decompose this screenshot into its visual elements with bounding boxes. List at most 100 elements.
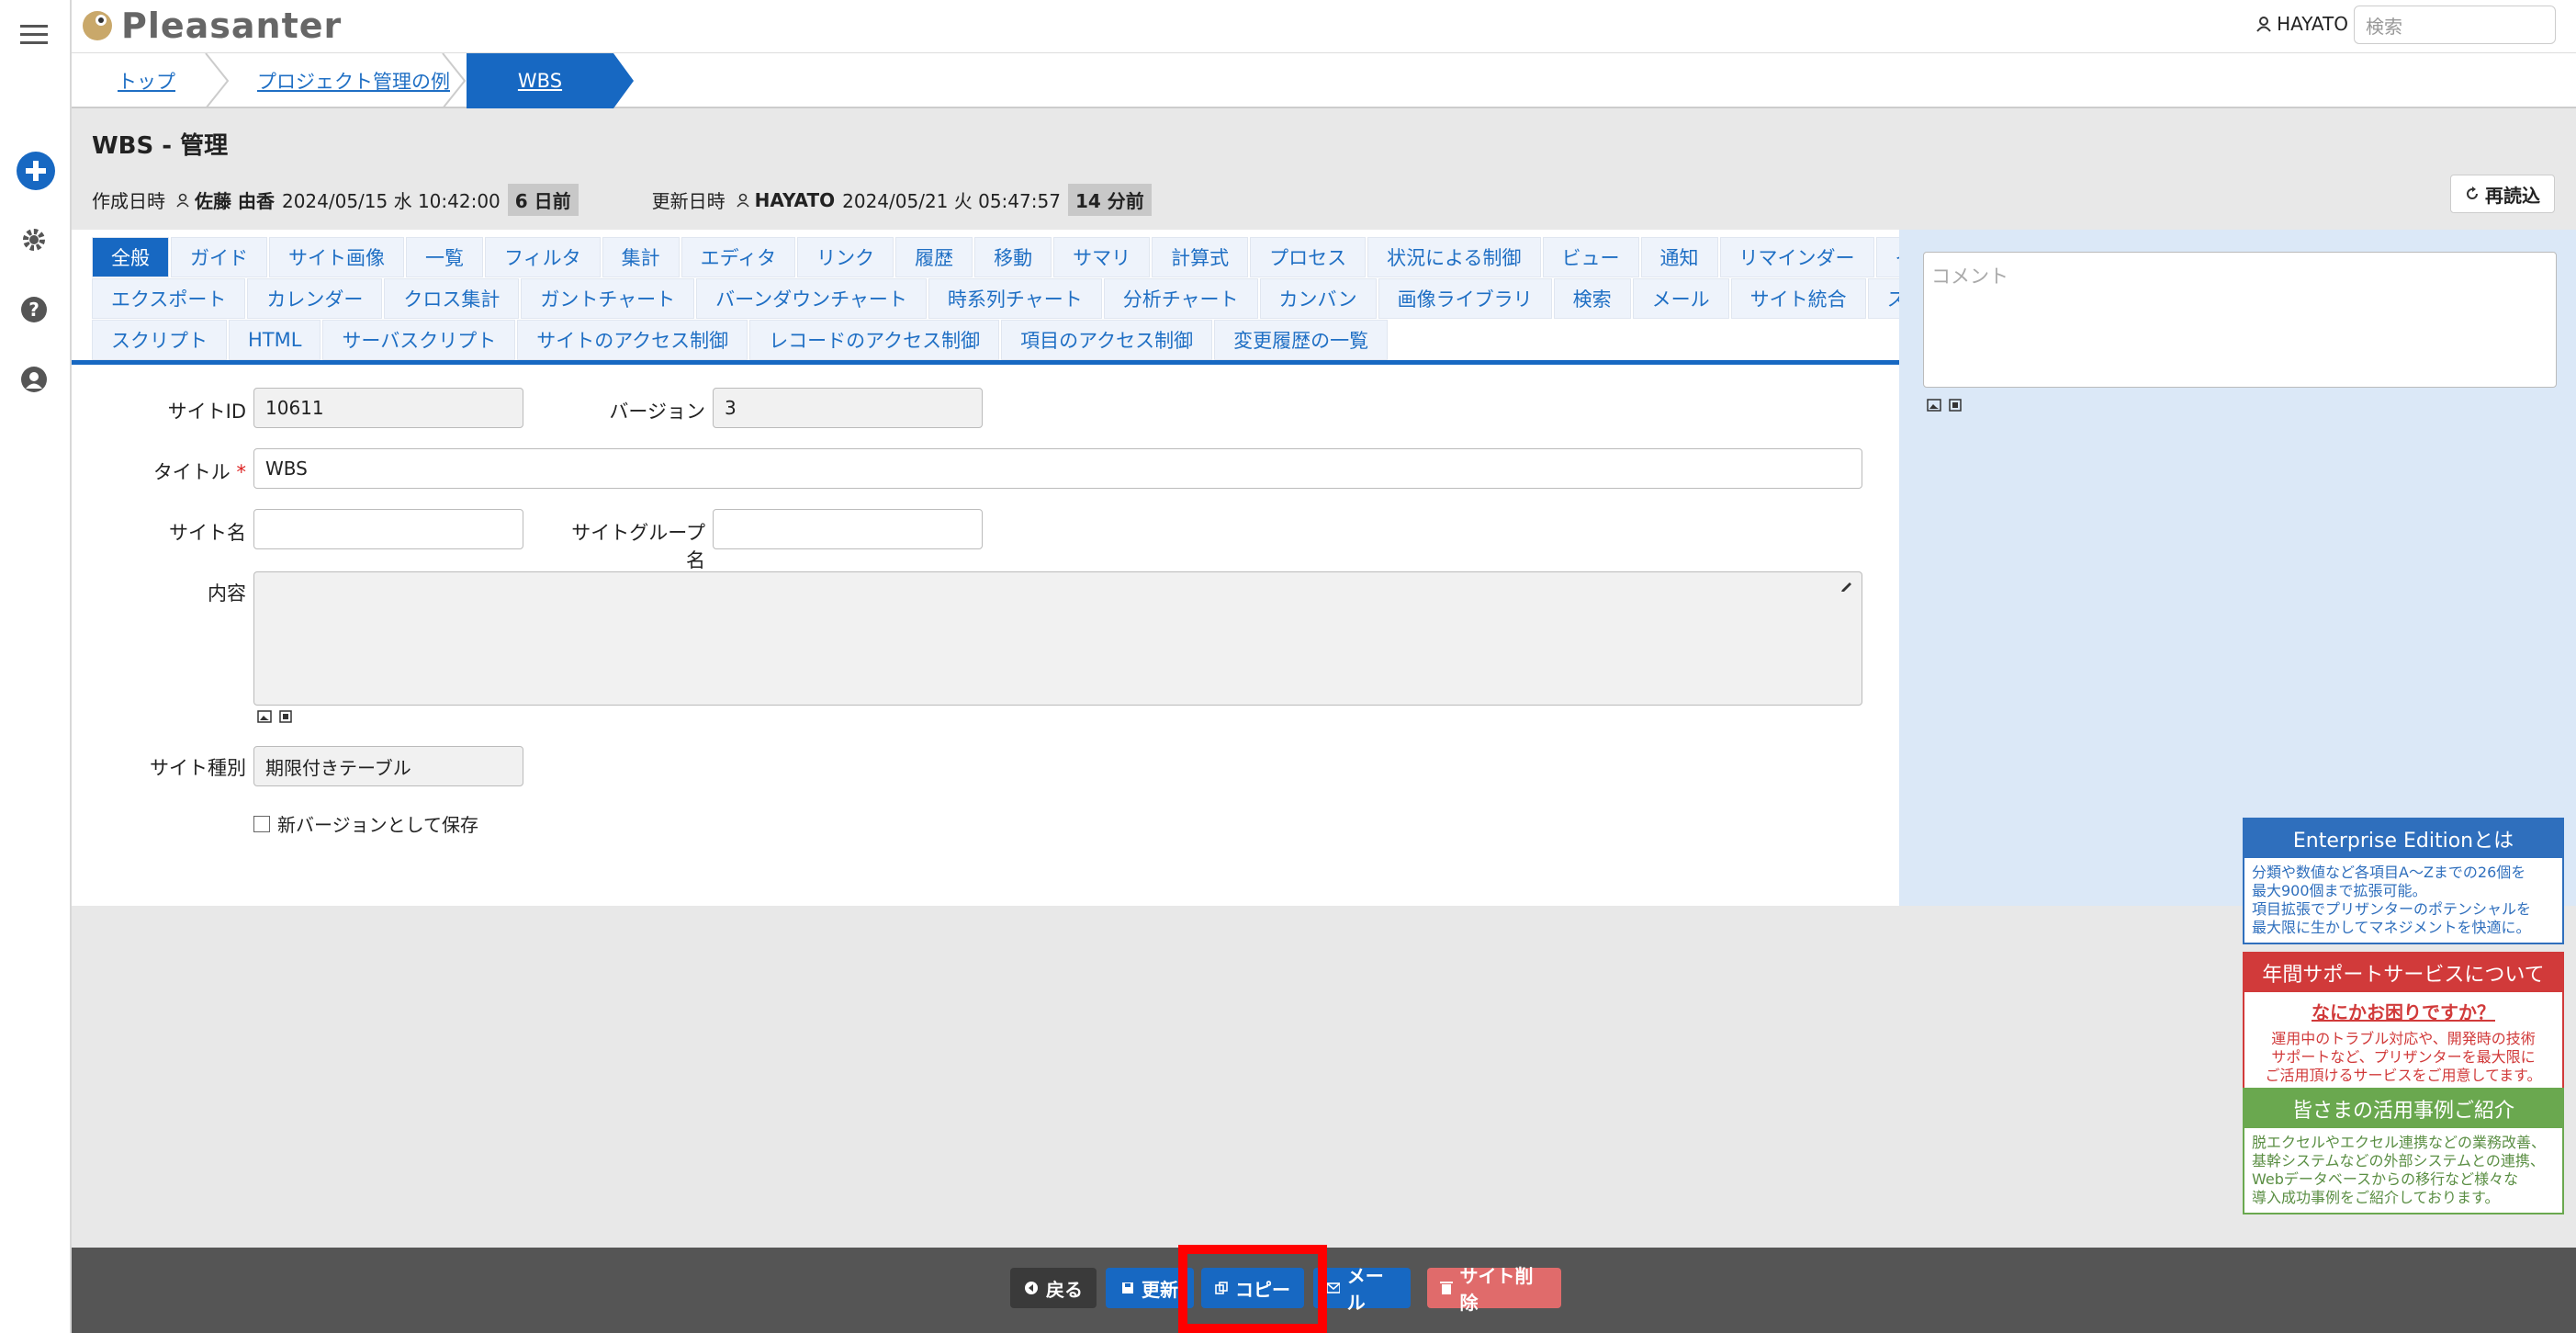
tab-item[interactable]: 状況による制御 — [1367, 237, 1541, 277]
app-name: Pleasanter — [121, 6, 343, 46]
tab-item[interactable]: 画像ライブラリ — [1378, 278, 1552, 319]
creator[interactable]: 佐藤 由香 — [176, 186, 275, 213]
tab-item[interactable]: 計算式 — [1152, 237, 1249, 277]
user-icon — [176, 193, 189, 208]
creator-name: 佐藤 由香 — [195, 190, 275, 212]
breadcrumb-project[interactable]: プロジェクト管理の例 — [257, 53, 450, 108]
site-id-field: 10611 — [253, 388, 523, 428]
breadcrumb-top[interactable]: トップ — [118, 53, 175, 108]
site-type-field: 期限付きテーブル — [253, 746, 523, 786]
reload-button[interactable]: 再読込 — [2450, 175, 2555, 213]
site-group-input[interactable] — [713, 509, 983, 549]
ad-enterprise[interactable]: Enterprise Editionとは 分類や数値など各項目A～Zまでの26個… — [2243, 818, 2564, 944]
tab-item[interactable]: 検索 — [1553, 278, 1631, 319]
tab-item[interactable]: メール — [1632, 278, 1729, 319]
tab-item[interactable]: 一覧 — [406, 237, 483, 277]
user-icon — [737, 193, 749, 208]
tab-item[interactable]: ビュー — [1542, 237, 1639, 277]
tab-item[interactable]: サイト画像 — [269, 237, 404, 277]
title-input[interactable]: WBS — [253, 448, 1862, 489]
ad-line: 脱エクセルやエクセル連携などの業務改善、 — [2252, 1134, 2547, 1151]
tab-item[interactable]: 変更履歴の一覧 — [1214, 320, 1389, 360]
user-icon[interactable] — [20, 366, 48, 397]
tab-item[interactable]: 全般 — [92, 237, 169, 277]
tab-item[interactable]: 時系列チャート — [928, 278, 1102, 319]
new-version-label: 新バージョンとして保存 — [277, 814, 478, 836]
ad-line: 分類や数値など各項目A～Zまでの26個を — [2252, 864, 2526, 881]
tab-item[interactable]: ガイド — [171, 237, 267, 277]
user-icon — [2256, 17, 2271, 32]
attachment-icon[interactable] — [279, 710, 292, 723]
tab-item[interactable]: 通知 — [1640, 237, 1718, 277]
tab-item[interactable]: 集計 — [602, 237, 680, 277]
back-button[interactable]: 戻る — [1010, 1268, 1097, 1308]
tab-item[interactable]: バーンダウンチャート — [696, 278, 927, 319]
tab-item[interactable]: カレンダー — [247, 278, 383, 319]
search-input[interactable]: 検索 — [2354, 6, 2556, 44]
tab-item[interactable]: カンバン — [1259, 278, 1377, 319]
logo[interactable]: Pleasanter — [79, 4, 342, 48]
ad-line: ご活用頂けるサービスをご用意してます。 — [2265, 1067, 2542, 1084]
gear-icon[interactable] — [20, 226, 48, 257]
ad-subtitle: なにかお困りですか？ — [2312, 1001, 2495, 1023]
tab-item[interactable]: レコードのアクセス制御 — [749, 320, 1000, 360]
ad-line: 運用中のトラブル対応や、開発時の技術 — [2271, 1030, 2536, 1047]
delete-site-button[interactable]: サイト削除 — [1427, 1265, 1561, 1314]
delete-site-label: サイト削除 — [1459, 1265, 1534, 1314]
breadcrumb-current[interactable]: WBS — [467, 53, 613, 108]
created-ago-badge: 6 日前 — [507, 184, 579, 216]
site-name-input[interactable] — [253, 509, 523, 549]
user-name: HAYATO — [2277, 13, 2348, 35]
comment-textarea[interactable]: コメント — [1923, 252, 2557, 388]
new-version-checkbox[interactable] — [253, 815, 270, 832]
content-textarea[interactable] — [253, 571, 1862, 706]
tab-item[interactable]: 分析チャート — [1103, 278, 1258, 319]
tab-item[interactable]: サイト統合 — [1730, 278, 1866, 319]
record-meta: 作成日時 佐藤 由香 2024/05/15 水 10:42:00 6 日前 更新… — [92, 184, 1152, 216]
tab-item[interactable]: エディタ — [681, 237, 796, 277]
tab-item[interactable]: 履歴 — [895, 237, 973, 277]
tab-item[interactable]: リマインダー — [1719, 237, 1874, 277]
ad-title: 年間サポートサービスについて — [2244, 954, 2562, 992]
tab-item[interactable]: クロス集計 — [384, 278, 520, 319]
ad-line: サポートなど、プリザンターを最大限に — [2271, 1048, 2536, 1066]
image-icon[interactable] — [1927, 399, 1941, 412]
tab-item[interactable]: 項目のアクセス制御 — [1001, 320, 1213, 360]
menu-icon[interactable] — [18, 22, 50, 50]
title-label-text: タイトル — [152, 461, 231, 483]
new-version-option[interactable]: 新バージョンとして保存 — [253, 810, 478, 837]
tab-item[interactable]: フィルタ — [485, 237, 601, 277]
tab-item[interactable]: エクスポート — [92, 278, 246, 319]
ad-support[interactable]: 年間サポートサービスについて なにかお困りですか？ 運用中のトラブル対応や、開発… — [2243, 952, 2564, 1092]
tab-row: エクスポート カレンダー クロス集計 ガントチャート バーンダウンチャート 時系列チャート… — [92, 278, 1984, 319]
add-icon[interactable] — [16, 151, 56, 195]
help-icon[interactable]: ? — [20, 296, 48, 327]
updater[interactable]: HAYATO — [737, 189, 835, 211]
tab-item[interactable]: サーバスクリプト — [322, 320, 516, 360]
attachment-icon[interactable] — [1949, 399, 1962, 412]
back-label: 戻る — [1046, 1278, 1083, 1301]
mail-button[interactable]: メール — [1313, 1265, 1411, 1314]
user-menu[interactable]: HAYATO — [2256, 13, 2348, 35]
tab-item[interactable]: スクリプト — [92, 320, 227, 360]
trash-icon — [1440, 1282, 1453, 1294]
comment-attachments — [1927, 399, 1962, 412]
ad-body: 分類や数値など各項目A～Zまでの26個を 最大900個まで拡張可能。 項目拡張で… — [2244, 858, 2562, 943]
update-label: 更新 — [1142, 1278, 1178, 1301]
site-group-label: サイトグループ名 — [571, 522, 705, 571]
breadcrumb-separator — [205, 53, 230, 108]
image-icon[interactable] — [257, 710, 272, 723]
ad-case-studies[interactable]: 皆さまの活用事例ご紹介 脱エクセルやエクセル連携などの業務改善、 基幹システムな… — [2243, 1088, 2564, 1214]
tab-item[interactable]: HTML — [229, 320, 321, 360]
tab-item[interactable]: リンク — [797, 237, 894, 277]
tab-underline — [72, 360, 1927, 365]
tab-item[interactable]: サイトのアクセス制御 — [517, 320, 748, 360]
ad-title: Enterprise Editionとは — [2244, 819, 2562, 858]
tab-item[interactable]: 移動 — [974, 237, 1052, 277]
tab-item[interactable]: サマリ — [1053, 237, 1151, 277]
tab-item[interactable]: ガントチャート — [521, 278, 695, 319]
ad-line: Webデータベースからの移行など様々な — [2252, 1170, 2519, 1188]
edit-icon[interactable] — [1839, 578, 1854, 593]
content-label: 内容 — [208, 582, 246, 604]
tab-item[interactable]: プロセス — [1250, 237, 1367, 277]
